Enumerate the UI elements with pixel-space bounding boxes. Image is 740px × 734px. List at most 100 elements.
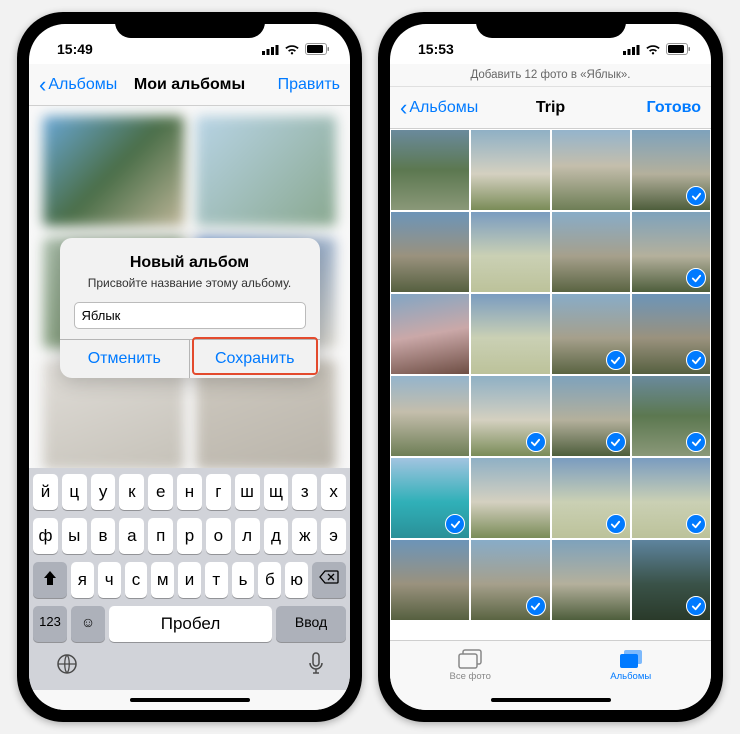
photo-thumbnail[interactable] [471,540,549,620]
nav-done-button[interactable]: Готово [621,99,701,117]
key-emoji[interactable]: ☺ [71,606,105,642]
cancel-button[interactable]: Отменить [60,340,191,378]
key-letter[interactable]: а [119,518,144,554]
photo-thumbnail[interactable] [471,294,549,374]
key-letter[interactable]: ж [292,518,317,554]
album-tile [43,116,184,226]
photo-thumbnail[interactable] [391,540,469,620]
photos-icon [458,649,482,669]
keyboard[interactable]: йцукенгшщзх фывапролджэ ячсмитьбю 123 ☺ … [29,468,350,690]
cellular-icon [262,44,279,55]
key-letter[interactable]: п [148,518,173,554]
photo-thumbnail[interactable] [471,458,549,538]
key-letter[interactable]: б [258,562,281,598]
key-numbers[interactable]: 123 [33,606,67,642]
key-letter[interactable]: и [178,562,201,598]
photo-thumbnail[interactable] [632,458,710,538]
photo-thumbnail[interactable] [552,540,630,620]
status-time: 15:49 [57,41,93,57]
photo-thumbnail[interactable] [552,130,630,210]
photo-thumbnail[interactable] [632,212,710,292]
photo-thumbnail[interactable] [391,376,469,456]
keyboard-row-3: ячсмитьбю [33,562,346,598]
nav-right-label: Готово [647,99,701,117]
nav-back-label: Альбомы [48,76,117,94]
photo-thumbnail[interactable] [471,212,549,292]
photo-thumbnail[interactable] [391,294,469,374]
nav-title: Trip [536,99,565,117]
tab-label: Альбомы [610,671,651,682]
key-letter[interactable]: е [148,474,173,510]
photo-thumbnail[interactable] [471,130,549,210]
keyboard-row-1: йцукенгшщзх [33,474,346,510]
key-letter[interactable]: в [91,518,116,554]
photo-thumbnail[interactable] [391,130,469,210]
key-letter[interactable]: щ [264,474,289,510]
key-shift[interactable] [33,562,67,598]
check-icon [526,432,546,452]
photo-thumbnail[interactable] [552,458,630,538]
key-letter[interactable]: о [206,518,231,554]
key-letter[interactable]: з [292,474,317,510]
key-letter[interactable]: л [235,518,260,554]
check-icon [686,186,706,206]
content-area: Новый альбом Присвойте название этому ал… [29,106,350,468]
key-letter[interactable]: м [151,562,174,598]
status-icons [262,43,330,55]
key-letter[interactable]: с [125,562,148,598]
nav-edit-button[interactable]: Править [260,76,340,94]
add-photos-subheader: Добавить 12 фото в «Яблык». [390,64,711,87]
battery-icon [666,43,691,55]
home-indicator[interactable] [29,690,350,710]
key-letter[interactable]: й [33,474,58,510]
key-enter[interactable]: Ввод [276,606,346,642]
photo-thumbnail[interactable] [552,212,630,292]
key-letter[interactable]: к [119,474,144,510]
photo-thumbnail[interactable] [632,130,710,210]
tab-albums[interactable]: Альбомы [551,641,712,690]
wifi-icon [284,44,300,55]
key-letter[interactable]: ы [62,518,87,554]
key-letter[interactable]: ф [33,518,58,554]
key-letter[interactable]: ю [285,562,308,598]
album-name-input[interactable] [74,302,306,329]
mic-icon[interactable] [308,652,324,682]
key-letter[interactable]: н [177,474,202,510]
key-letter[interactable]: ц [62,474,87,510]
key-letter[interactable]: ч [98,562,121,598]
save-button[interactable]: Сохранить [190,340,320,378]
nav-back-button[interactable]: ‹ Альбомы [39,74,119,96]
key-letter[interactable]: э [321,518,346,554]
photo-thumbnail[interactable] [552,294,630,374]
cellular-icon [623,44,640,55]
photo-thumbnail[interactable] [632,376,710,456]
tab-all-photos[interactable]: Все фото [390,641,551,690]
key-letter[interactable]: я [71,562,94,598]
nav-right-label: Править [278,76,340,94]
key-letter[interactable]: ь [232,562,255,598]
photo-thumbnail[interactable] [632,294,710,374]
key-letter[interactable]: у [91,474,116,510]
nav-title: Мои альбомы [134,76,245,94]
key-space[interactable]: Пробел [109,606,272,642]
key-letter[interactable]: р [177,518,202,554]
photo-thumbnail[interactable] [632,540,710,620]
phone-right: 15:53 Добавить 12 фото в «Яблык». ‹ Альб… [378,12,723,722]
key-backspace[interactable] [312,562,346,598]
photo-thumbnail[interactable] [391,212,469,292]
key-letter[interactable]: х [321,474,346,510]
key-letter[interactable]: т [205,562,228,598]
key-letter[interactable]: ш [235,474,260,510]
photo-thumbnail[interactable] [391,458,469,538]
photo-thumbnail[interactable] [471,376,549,456]
home-indicator[interactable] [390,690,711,710]
status-icons [623,43,691,55]
photo-thumbnail[interactable] [552,376,630,456]
nav-back-button[interactable]: ‹ Альбомы [400,97,480,119]
check-icon [606,514,626,534]
globe-icon[interactable] [55,652,79,682]
key-letter[interactable]: г [206,474,231,510]
photo-grid [390,129,711,640]
check-icon [686,268,706,288]
key-letter[interactable]: д [264,518,289,554]
